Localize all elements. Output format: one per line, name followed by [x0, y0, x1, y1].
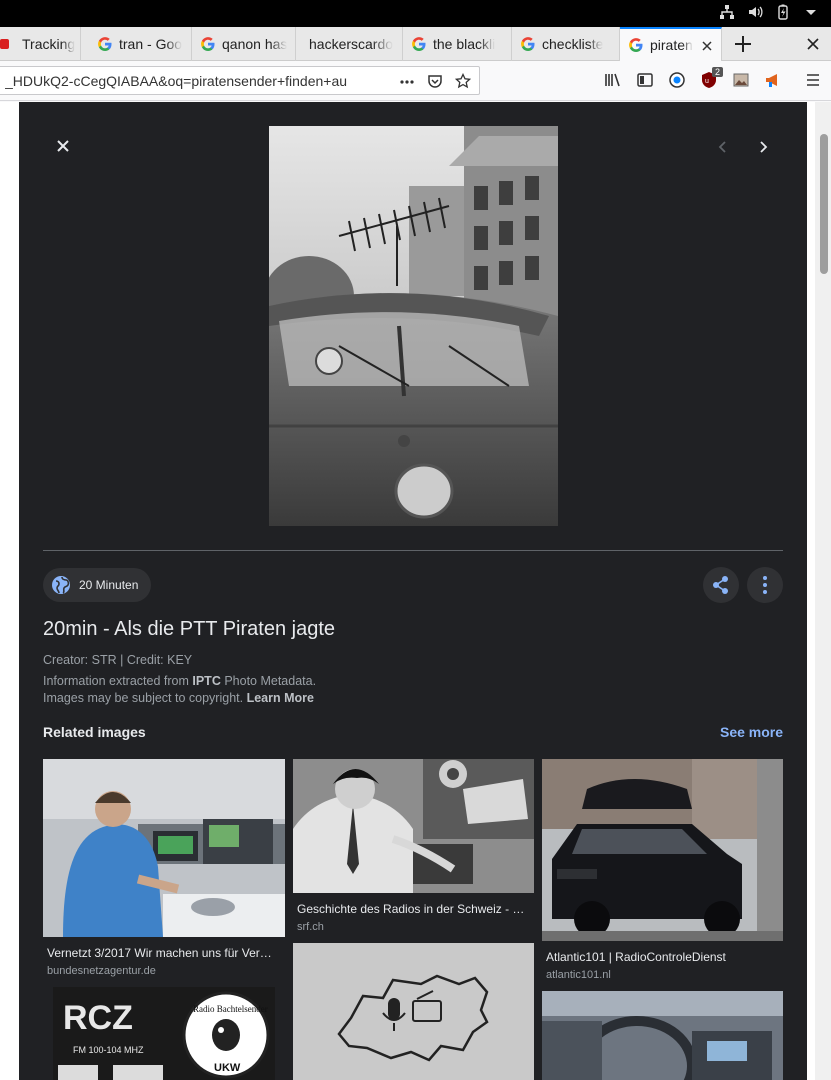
more-options-button[interactable] [747, 567, 783, 603]
network-icon[interactable] [719, 4, 735, 20]
source-chip[interactable]: 20 Minuten [43, 568, 152, 602]
related-caption-1[interactable]: Vernetzt 3/2017 Wir machen uns für Ver… [47, 946, 283, 960]
page-actions-ellipsis-icon[interactable] [399, 73, 415, 89]
tab-label: the blackli [433, 36, 496, 52]
tab-hackerscardo[interactable]: hackerscardo [296, 27, 403, 61]
tab-label: qanon has [222, 36, 288, 52]
tab-label: checkliste [542, 36, 604, 52]
new-tab-plus-icon[interactable] [732, 33, 754, 55]
metadata-prefix: Information extracted from [43, 674, 193, 688]
related-domain-2: srf.ch [297, 921, 324, 933]
navigation-toolbar: _HDUkQ2-cCegQIABAA&oq=piratensender+find… [0, 61, 831, 101]
copyright-notice: Images may be subject to copyright. Lear… [43, 691, 314, 705]
google-icon [520, 36, 536, 52]
previous-image-chevron-icon[interactable] [713, 137, 733, 157]
related-images-heading: Related images [43, 724, 146, 740]
related-image-3[interactable] [542, 759, 783, 941]
window-close-icon[interactable] [805, 36, 821, 52]
battery-icon[interactable] [775, 4, 791, 20]
source-name: 20 Minuten [79, 578, 139, 592]
related-image-6[interactable] [542, 991, 783, 1080]
main-preview-image[interactable] [269, 126, 558, 526]
see-more-link[interactable]: See more [720, 724, 783, 740]
pocket-icon[interactable] [427, 73, 443, 89]
bachtel-logo-text: Radio Bachtelsender [193, 1004, 268, 1014]
related-image-2[interactable] [293, 759, 534, 893]
metadata-suffix: Photo Metadata. [220, 674, 317, 688]
related-domain-3: atlantic101.nl [546, 969, 611, 981]
ublock-badge: 2 [712, 67, 724, 77]
os-top-bar [0, 0, 831, 27]
related-image-5[interactable] [293, 943, 534, 1080]
related-caption-2[interactable]: Geschichte des Radios in der Schweiz - … [297, 902, 531, 916]
megaphone-extension-icon[interactable] [764, 71, 782, 89]
creator-credit: Creator: STR | Credit: KEY [43, 653, 193, 667]
rcz-frequency-text: FM 100-104 MHZ [73, 1045, 144, 1055]
hamburger-menu-icon[interactable] [804, 71, 822, 89]
image-title[interactable]: 20min - Als die PTT Piraten jagte [43, 618, 335, 641]
next-image-chevron-icon[interactable] [753, 137, 773, 157]
sidebar-icon[interactable] [636, 71, 654, 89]
tab-tracking[interactable]: Tracking [0, 27, 81, 61]
tracking-tab-icon [0, 36, 16, 52]
tab-label: Tracking [22, 36, 76, 52]
close-tab-icon[interactable] [699, 38, 715, 54]
learn-more-link[interactable]: Learn More [247, 691, 314, 705]
volume-icon[interactable] [747, 4, 763, 20]
tab-checkliste[interactable]: checkliste [512, 27, 620, 61]
bookmark-star-icon[interactable] [454, 72, 472, 89]
library-icon[interactable] [604, 71, 622, 89]
tab-piraten-active[interactable]: piraten [620, 27, 722, 61]
tab-tran[interactable]: tran - Goo [89, 27, 192, 61]
metadata-info: Information extracted from IPTC Photo Me… [43, 674, 316, 688]
tab-strip: Tracking tran - Goo qanon has hackerscar… [0, 27, 831, 61]
url-bar[interactable]: _HDUkQ2-cCegQIABAA&oq=piratensender+find… [0, 66, 480, 95]
google-icon [200, 36, 216, 52]
tab-the-blacklist[interactable]: the blackli [403, 27, 512, 61]
share-icon [713, 576, 728, 594]
copyright-text: Images may be subject to copyright. [43, 691, 247, 705]
google-icon [97, 36, 113, 52]
sync-account-icon[interactable] [668, 71, 686, 89]
more-vert-icon [763, 576, 767, 594]
scrollbar-thumb[interactable] [820, 134, 828, 274]
google-icon [628, 37, 644, 53]
related-domain-1: bundesnetzagentur.de [47, 965, 156, 977]
tab-qanon[interactable]: qanon has [192, 27, 296, 61]
tab-label: hackerscardo [309, 36, 394, 52]
divider [43, 550, 783, 551]
svg-text:u: u [705, 78, 709, 85]
tab-label: tran - Goo [119, 36, 183, 52]
system-menu-chevron-icon[interactable] [803, 4, 819, 20]
microphone-icon [388, 998, 400, 1020]
close-viewer-icon[interactable] [50, 133, 76, 159]
related-caption-3[interactable]: Atlantic101 | RadioControleDienst [546, 950, 782, 964]
share-button[interactable] [703, 567, 739, 603]
rcz-logo-text: RCZ [63, 999, 133, 1037]
metadata-iptc: IPTC [192, 674, 221, 688]
tab-label: piraten [650, 37, 693, 53]
globe-icon [51, 575, 71, 595]
image-extension-icon[interactable] [732, 71, 750, 89]
image-viewer-panel: 20 Minuten 20min - Als die PTT Piraten j… [19, 102, 807, 1080]
related-image-4[interactable]: RCZ FM 100-104 MHZ Radio Bachtelsender U… [53, 987, 275, 1080]
related-image-1[interactable] [43, 759, 285, 937]
google-icon [411, 36, 427, 52]
ukw-logo-text: UKW [214, 1062, 241, 1074]
url-text[interactable]: _HDUkQ2-cCegQIABAA&oq=piratensender+find… [5, 73, 393, 89]
